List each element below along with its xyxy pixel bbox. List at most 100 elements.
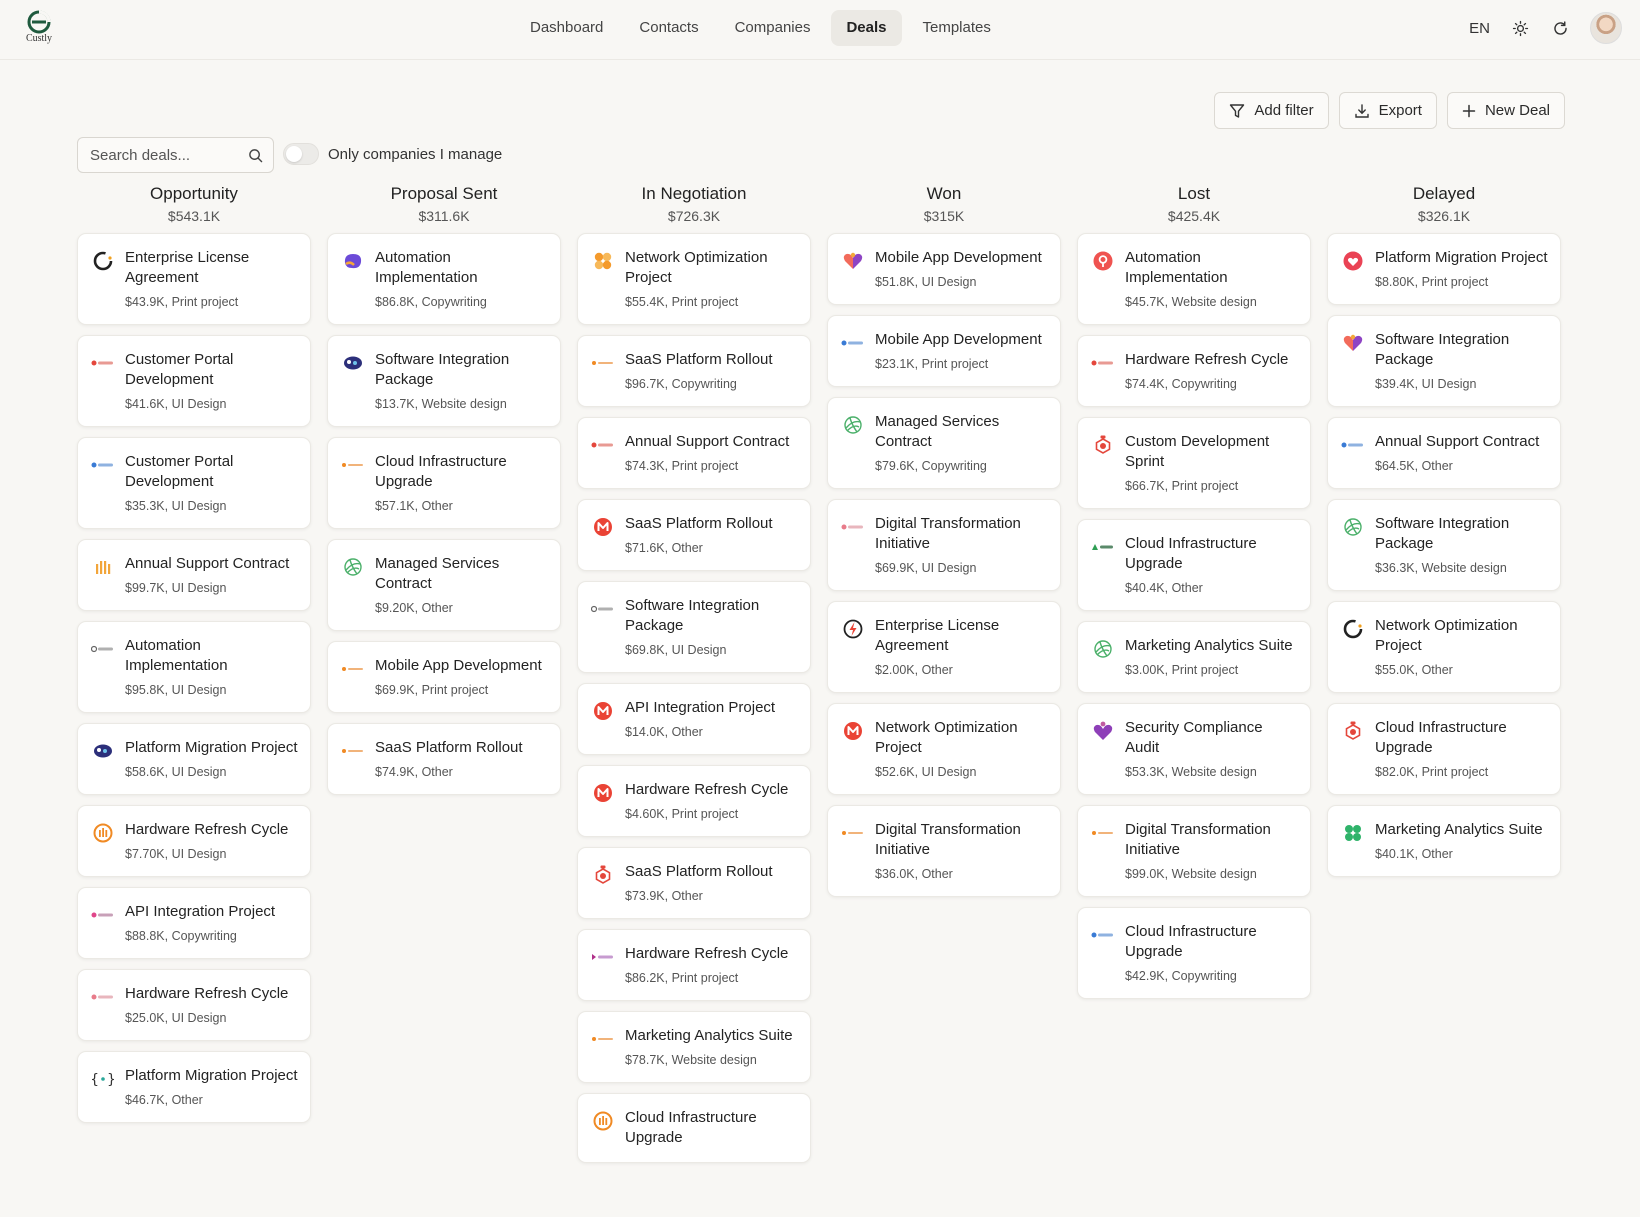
- deal-value-and-type: $57.1K, Other: [375, 499, 453, 513]
- deal-card-body: Managed Services Contract $9.20K, Other: [375, 554, 548, 616]
- deal-card[interactable]: Annual Support Contract $64.5K, Other: [1327, 417, 1561, 489]
- deal-card[interactable]: Cloud Infrastructure Upgrade: [577, 1093, 811, 1163]
- circle-orange-logo-icon: [591, 1109, 615, 1133]
- deal-value-and-type: $99.7K, UI Design: [125, 581, 227, 595]
- deal-card[interactable]: Cloud Infrastructure Upgrade $57.1K, Othe…: [327, 437, 561, 529]
- deal-card[interactable]: Software Integration Package $39.4K, UI D…: [1327, 315, 1561, 407]
- deal-card[interactable]: API Integration Project $14.0K, Other: [577, 683, 811, 755]
- deal-card[interactable]: Marketing Analytics Suite $78.7K, Website…: [577, 1011, 811, 1083]
- refresh-button[interactable]: [1550, 18, 1570, 38]
- deal-card[interactable]: Customer Portal Development $41.6K, UI De…: [77, 335, 311, 427]
- deal-card[interactable]: Hardware Refresh Cycle $74.4K, Copywritin…: [1077, 335, 1311, 407]
- deal-card[interactable]: Annual Support Contract $99.7K, UI Design: [77, 539, 311, 611]
- deal-card[interactable]: Hardware Refresh Cycle $25.0K, UI Design: [77, 969, 311, 1041]
- wordmark-orange-logo-icon: [341, 739, 365, 763]
- nav-templates[interactable]: Templates: [908, 10, 1006, 46]
- deal-card-body: Hardware Refresh Cycle $4.60K, Print proj…: [625, 780, 798, 822]
- deal-card[interactable]: Hardware Refresh Cycle $7.70K, UI Design: [77, 805, 311, 877]
- deal-card[interactable]: Software Integration Package $36.3K, Webs…: [1327, 499, 1561, 591]
- deal-card-body: Network Optimization Project $55.0K, Othe…: [1375, 616, 1548, 678]
- deal-card[interactable]: Mobile App Development $51.8K, UI Design: [827, 233, 1061, 305]
- deal-card[interactable]: Managed Services Contract $79.6K, Copywri…: [827, 397, 1061, 489]
- only-my-companies-toggle[interactable]: [283, 143, 319, 165]
- user-avatar[interactable]: [1590, 12, 1622, 44]
- search-box: [77, 137, 274, 173]
- deal-card-body: Platform Migration Project $58.6K, UI Des…: [125, 738, 298, 780]
- deal-card[interactable]: Enterprise License Agreement $2.00K, Othe…: [827, 601, 1061, 693]
- deal-card[interactable]: Hardware Refresh Cycle $86.2K, Print proj…: [577, 929, 811, 1001]
- ring-dark-logo-icon: [1341, 617, 1365, 641]
- deal-card[interactable]: Managed Services Contract $9.20K, Other: [327, 539, 561, 631]
- deal-card-body: Platform Migration Project $8.80K, Print …: [1375, 248, 1548, 290]
- nav-contacts[interactable]: Contacts: [624, 10, 713, 46]
- deal-card[interactable]: Software Integration Package $13.7K, Webs…: [327, 335, 561, 427]
- add-filter-button[interactable]: Add filter: [1214, 92, 1329, 129]
- deal-card[interactable]: Network Optimization Project $52.6K, UI D…: [827, 703, 1061, 795]
- deal-card[interactable]: SaaS Platform Rollout $73.9K, Other: [577, 847, 811, 919]
- new-deal-button[interactable]: New Deal: [1446, 92, 1565, 129]
- deal-value-and-type: $2.00K, Other: [875, 663, 953, 677]
- deal-value-and-type: $41.6K, UI Design: [125, 397, 227, 411]
- main-nav: Dashboard Contacts Companies Deals Templ…: [515, 10, 1006, 46]
- deal-card[interactable]: Software Integration Package $69.8K, UI D…: [577, 581, 811, 673]
- theme-toggle-button[interactable]: [1510, 18, 1530, 38]
- deal-card[interactable]: Network Optimization Project $55.4K, Prin…: [577, 233, 811, 325]
- deal-name: Managed Services Contract: [875, 413, 1000, 450]
- column-title: Proposal Sent: [390, 184, 498, 203]
- plus-icon: [1462, 104, 1476, 117]
- deal-name: SaaS Platform Rollout: [375, 739, 523, 756]
- deal-card[interactable]: Marketing Analytics Suite $40.1K, Other: [1327, 805, 1561, 877]
- deal-value-and-type: $23.1K, Print project: [875, 357, 989, 371]
- deal-name: Automation Implementation: [125, 637, 228, 674]
- deal-card[interactable]: Cloud Infrastructure Upgrade $82.0K, Prin…: [1327, 703, 1561, 795]
- deal-card[interactable]: Platform Migration Project $58.6K, UI Des…: [77, 723, 311, 795]
- column-title: In Negotiation: [641, 184, 747, 203]
- leaf-green-logo-icon: [341, 555, 365, 579]
- deal-card-body: SaaS Platform Rollout $73.9K, Other: [625, 862, 798, 904]
- deal-card[interactable]: Mobile App Development $23.1K, Print proj…: [827, 315, 1061, 387]
- deal-card[interactable]: Network Optimization Project $55.0K, Othe…: [1327, 601, 1561, 693]
- deal-card[interactable]: Annual Support Contract $74.3K, Print pro…: [577, 417, 811, 489]
- deal-card[interactable]: Automation Implementation $86.8K, Copywri…: [327, 233, 561, 325]
- deal-name: Cloud Infrastructure Upgrade: [1375, 719, 1507, 756]
- column-delayed: Delayed $326.1K Platform Migration Project…: [1327, 183, 1561, 1173]
- deal-actions: Add filter Export New Deal: [1214, 92, 1565, 129]
- deal-card[interactable]: Security Compliance Audit $53.3K, Website…: [1077, 703, 1311, 795]
- deal-value-and-type: $36.0K, Other: [875, 867, 953, 881]
- heart-multi-logo-icon: [841, 249, 865, 273]
- deal-card[interactable]: Platform Migration Project $8.80K, Print …: [1327, 233, 1561, 305]
- deal-name: Platform Migration Project: [1375, 249, 1548, 266]
- wordmark-red-logo-icon: [91, 351, 115, 375]
- deal-value-and-type: $43.9K, Print project: [125, 295, 239, 309]
- export-button[interactable]: Export: [1338, 92, 1437, 129]
- nav-dashboard[interactable]: Dashboard: [515, 10, 618, 46]
- deal-card[interactable]: Enterprise License Agreement $43.9K, Prin…: [77, 233, 311, 325]
- deal-card[interactable]: Automation Implementation $45.7K, Website…: [1077, 233, 1311, 325]
- deal-card[interactable]: Automation Implementation $95.8K, UI Desi…: [77, 621, 311, 713]
- nav-deals[interactable]: Deals: [831, 10, 902, 46]
- brand-logo[interactable]: Custly: [22, 10, 56, 50]
- deal-card[interactable]: Digital Transformation Initiative $99.0K,…: [1077, 805, 1311, 897]
- deal-card[interactable]: { } Platform Migration Project $46.7K, Oth…: [77, 1051, 311, 1123]
- deal-card[interactable]: SaaS Platform Rollout $96.7K, Copywriting: [577, 335, 811, 407]
- language-selector[interactable]: EN: [1469, 20, 1490, 37]
- deal-name: SaaS Platform Rollout: [625, 515, 773, 532]
- wordmark-purple-logo-icon: [591, 945, 615, 969]
- deal-card-body: SaaS Platform Rollout $96.7K, Copywriting: [625, 350, 798, 392]
- deal-card[interactable]: SaaS Platform Rollout $74.9K, Other: [327, 723, 561, 795]
- search-input[interactable]: [90, 146, 248, 164]
- deal-card[interactable]: Hardware Refresh Cycle $4.60K, Print proj…: [577, 765, 811, 837]
- deal-card[interactable]: Customer Portal Development $35.3K, UI De…: [77, 437, 311, 529]
- deal-card[interactable]: Digital Transformation Initiative $69.9K,…: [827, 499, 1061, 591]
- deal-name: API Integration Project: [125, 903, 276, 920]
- deal-card[interactable]: Marketing Analytics Suite $3.00K, Print p…: [1077, 621, 1311, 693]
- deal-card[interactable]: Digital Transformation Initiative $36.0K,…: [827, 805, 1061, 897]
- deal-card[interactable]: Mobile App Development $69.9K, Print proj…: [327, 641, 561, 713]
- nav-companies[interactable]: Companies: [720, 10, 826, 46]
- deal-card[interactable]: SaaS Platform Rollout $71.6K, Other: [577, 499, 811, 571]
- deal-card[interactable]: Cloud Infrastructure Upgrade $42.9K, Copy…: [1077, 907, 1311, 999]
- deal-card[interactable]: Cloud Infrastructure Upgrade $40.4K, Othe…: [1077, 519, 1311, 611]
- deal-card[interactable]: API Integration Project $88.8K, Copywriti…: [77, 887, 311, 959]
- deal-card[interactable]: Custom Development Sprint $66.7K, Print p…: [1077, 417, 1311, 509]
- deal-value-and-type: $88.8K, Copywriting: [125, 929, 237, 943]
